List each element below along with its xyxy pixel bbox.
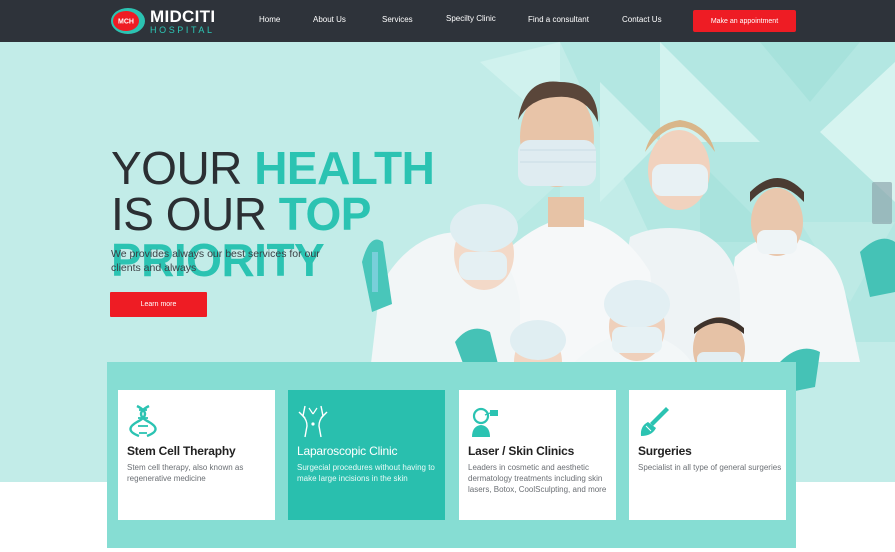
hero-tagline: We provides always our best services for… <box>111 248 320 274</box>
service-description: Surgecial procedures without having to m… <box>297 463 435 483</box>
service-card-stem-cell[interactable]: Stem Cell Theraphy Stem cell therapy, al… <box>118 390 275 520</box>
svg-text:MCH: MCH <box>118 19 134 26</box>
learn-more-button[interactable]: Learn more <box>110 292 207 317</box>
brand-name: MIDCITI <box>150 6 216 26</box>
service-title: Surgeries <box>638 444 692 458</box>
service-title: Laser / Skin Clinics <box>468 444 575 458</box>
nav-services[interactable]: Services <box>382 15 413 24</box>
make-appointment-button[interactable]: Make an appointment <box>693 10 796 32</box>
nav-home[interactable]: Home <box>259 15 280 24</box>
service-description: Stem cell therapy, also known as regener… <box>127 463 244 483</box>
service-card-laparoscopic[interactable]: Laparoscopic Clinic Surgecial procedures… <box>288 390 445 520</box>
nav-contact-us[interactable]: Contact Us <box>622 15 662 24</box>
service-title: Stem Cell Theraphy <box>127 444 236 458</box>
service-description: Leaders in cosmetic and aesthetic dermat… <box>468 463 607 494</box>
service-card-laser-skin[interactable]: Laser / Skin Clinics Leaders in cosmetic… <box>459 390 616 520</box>
laser-face-icon <box>472 407 498 437</box>
body-icon <box>298 405 328 438</box>
logo[interactable]: MCH MIDCITI HOSPITAL <box>110 6 215 36</box>
scalpel-hand-icon <box>640 407 669 436</box>
service-title: Laparoscopic Clinic <box>297 444 398 458</box>
nav-find-consultant[interactable]: Find a consultant <box>528 15 589 24</box>
service-card-surgeries[interactable]: Surgeries Specialist in all type of gene… <box>629 390 786 520</box>
top-navbar: MCH MIDCITI HOSPITAL Home About Us Servi… <box>0 0 895 42</box>
dna-icon <box>129 404 157 438</box>
service-description: Specialist in all type of general surger… <box>638 463 782 472</box>
logo-badge-icon: MCH <box>110 7 146 35</box>
nav-about-us[interactable]: About Us <box>313 15 346 24</box>
brand-subtitle: HOSPITAL <box>150 24 215 35</box>
nav-specialty-clinic[interactable]: Specilty Clinic <box>446 14 496 23</box>
